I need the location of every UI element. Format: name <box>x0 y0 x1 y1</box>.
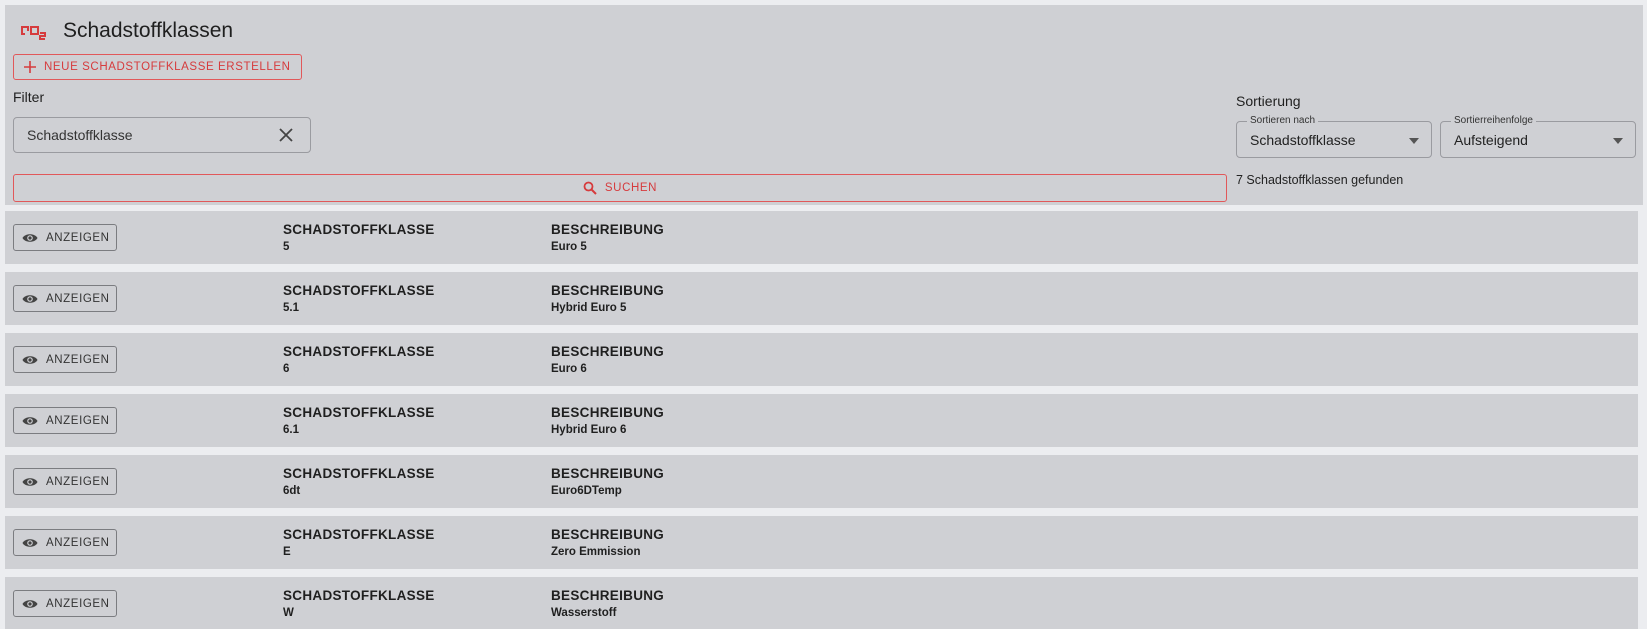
filter-heading: Filter <box>13 89 45 105</box>
klasse-header: SCHADSTOFFKLASSE <box>283 283 435 298</box>
show-button-label: ANZEIGEN <box>46 475 110 488</box>
sort-by-label: Sortieren nach <box>1247 115 1319 126</box>
eye-icon <box>22 538 38 547</box>
beschreibung-header: BESCHREIBUNG <box>551 466 665 481</box>
klasse-column: SCHADSTOFFKLASSE W <box>283 588 435 619</box>
klasse-column: SCHADSTOFFKLASSE 6.1 <box>283 405 435 436</box>
beschreibung-column: BESCHREIBUNG Hybrid Euro 5 <box>551 283 664 314</box>
eye-icon <box>22 477 38 486</box>
klasse-header: SCHADSTOFFKLASSE <box>283 588 435 603</box>
beschreibung-value: Hybrid Euro 6 <box>551 424 627 436</box>
list-item: ANZEIGEN SCHADSTOFFKLASSE 6dt BESCHREIBU… <box>5 455 1638 508</box>
show-button[interactable]: ANZEIGEN <box>13 407 117 434</box>
klasse-header: SCHADSTOFFKLASSE <box>283 466 435 481</box>
klasse-value: W <box>283 607 294 619</box>
beschreibung-column: BESCHREIBUNG Euro6DTemp <box>551 466 664 497</box>
list-item: ANZEIGEN SCHADSTOFFKLASSE E BESCHREIBUNG… <box>5 516 1638 569</box>
show-button-label: ANZEIGEN <box>46 536 110 549</box>
klasse-header: SCHADSTOFFKLASSE <box>283 405 435 420</box>
show-button[interactable]: ANZEIGEN <box>13 346 117 373</box>
show-button[interactable]: ANZEIGEN <box>13 285 117 312</box>
filter-input-value: Schadstoffklasse <box>27 127 133 143</box>
beschreibung-value: Hybrid Euro 5 <box>551 302 627 314</box>
show-button[interactable]: ANZEIGEN <box>13 224 117 251</box>
beschreibung-column: BESCHREIBUNG Euro 5 <box>551 222 664 253</box>
beschreibung-value: Zero Emmission <box>551 546 641 558</box>
sort-order-label: Sortierreihenfolge <box>1451 115 1536 126</box>
show-button-label: ANZEIGEN <box>46 414 110 427</box>
list-item: ANZEIGEN SCHADSTOFFKLASSE 5.1 BESCHREIBU… <box>5 272 1638 325</box>
beschreibung-value: Wasserstoff <box>551 607 617 619</box>
klasse-column: SCHADSTOFFKLASSE 5.1 <box>283 283 435 314</box>
sort-by-select[interactable]: Sortieren nach Schadstoffklasse <box>1236 115 1432 158</box>
klasse-value: 5 <box>283 241 290 253</box>
sort-by-value: Schadstoffklasse <box>1250 132 1356 148</box>
chevron-down-icon <box>1409 138 1419 144</box>
header-panel: Schadstoffklassen NEUE SCHADSTOFFKLASSE … <box>5 5 1643 205</box>
list-item: ANZEIGEN SCHADSTOFFKLASSE 5 BESCHREIBUNG… <box>5 211 1638 264</box>
show-button-label: ANZEIGEN <box>46 597 110 610</box>
sort-heading: Sortierung <box>1236 93 1301 109</box>
eye-icon <box>22 599 38 608</box>
search-button-label: SUCHEN <box>604 182 658 194</box>
page-title: Schadstoffklassen <box>63 19 234 42</box>
beschreibung-column: BESCHREIBUNG Wasserstoff <box>551 588 664 619</box>
beschreibung-header: BESCHREIBUNG <box>551 527 665 542</box>
search-icon <box>583 181 597 195</box>
clear-icon[interactable] <box>279 128 293 142</box>
show-button[interactable]: ANZEIGEN <box>13 529 117 556</box>
klasse-column: SCHADSTOFFKLASSE E <box>283 527 435 558</box>
beschreibung-header: BESCHREIBUNG <box>551 588 665 603</box>
list-item: ANZEIGEN SCHADSTOFFKLASSE 6 BESCHREIBUNG… <box>5 333 1638 386</box>
show-button-label: ANZEIGEN <box>46 353 110 366</box>
title-row: Schadstoffklassen <box>21 19 233 43</box>
beschreibung-column: BESCHREIBUNG Zero Emmission <box>551 527 664 558</box>
result-count: 7 Schadstoffklassen gefunden <box>1236 173 1404 187</box>
sort-order-select[interactable]: Sortierreihenfolge Aufsteigend <box>1440 115 1636 158</box>
eye-icon <box>22 233 38 242</box>
beschreibung-value: Euro 6 <box>551 363 587 375</box>
plus-icon <box>24 61 36 73</box>
list-item: ANZEIGEN SCHADSTOFFKLASSE 6.1 BESCHREIBU… <box>5 394 1638 447</box>
beschreibung-column: BESCHREIBUNG Euro 6 <box>551 344 664 375</box>
klasse-header: SCHADSTOFFKLASSE <box>283 344 435 359</box>
list-item: ANZEIGEN SCHADSTOFFKLASSE W BESCHREIBUNG… <box>5 577 1638 629</box>
beschreibung-header: BESCHREIBUNG <box>551 283 665 298</box>
show-button[interactable]: ANZEIGEN <box>13 468 117 495</box>
create-button-label: NEUE SCHADSTOFFKLASSE ERSTELLEN <box>44 61 291 73</box>
filter-input[interactable]: Schadstoffklasse <box>13 117 311 153</box>
eye-icon <box>22 355 38 364</box>
klasse-column: SCHADSTOFFKLASSE 6dt <box>283 466 435 497</box>
create-schadstoffklasse-button[interactable]: NEUE SCHADSTOFFKLASSE ERSTELLEN <box>13 54 302 80</box>
co2-icon <box>21 26 46 40</box>
show-button-label: ANZEIGEN <box>46 292 110 305</box>
klasse-value: 6.1 <box>283 424 299 436</box>
eye-icon <box>22 416 38 425</box>
search-button[interactable]: SUCHEN <box>13 174 1227 202</box>
klasse-value: 6dt <box>283 485 301 497</box>
klasse-value: 5.1 <box>283 302 299 314</box>
show-button[interactable]: ANZEIGEN <box>13 590 117 617</box>
show-button-label: ANZEIGEN <box>46 231 110 244</box>
klasse-column: SCHADSTOFFKLASSE 5 <box>283 222 435 253</box>
sort-order-value: Aufsteigend <box>1454 132 1528 148</box>
beschreibung-column: BESCHREIBUNG Hybrid Euro 6 <box>551 405 664 436</box>
klasse-header: SCHADSTOFFKLASSE <box>283 527 435 542</box>
eye-icon <box>22 294 38 303</box>
klasse-header: SCHADSTOFFKLASSE <box>283 222 435 237</box>
beschreibung-value: Euro6DTemp <box>551 485 622 497</box>
beschreibung-header: BESCHREIBUNG <box>551 344 665 359</box>
beschreibung-header: BESCHREIBUNG <box>551 405 665 420</box>
beschreibung-header: BESCHREIBUNG <box>551 222 665 237</box>
klasse-column: SCHADSTOFFKLASSE 6 <box>283 344 435 375</box>
page: Schadstoffklassen NEUE SCHADSTOFFKLASSE … <box>0 0 1647 629</box>
klasse-value: E <box>283 546 291 558</box>
chevron-down-icon <box>1613 138 1623 144</box>
klasse-value: 6 <box>283 363 290 375</box>
beschreibung-value: Euro 5 <box>551 241 587 253</box>
